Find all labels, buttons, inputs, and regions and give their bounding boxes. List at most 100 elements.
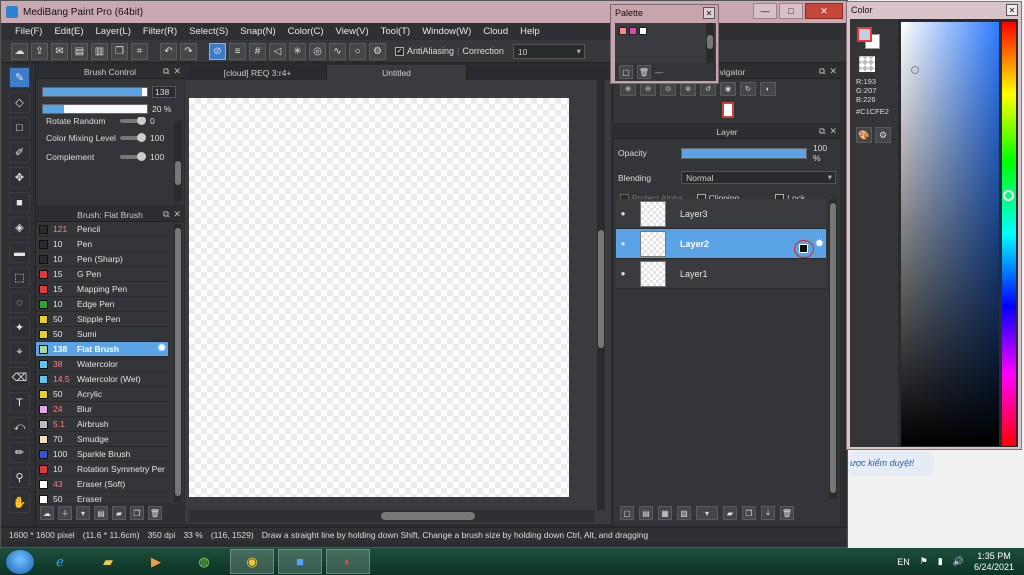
rotate-right-icon[interactable]: ↻ bbox=[740, 82, 756, 96]
redo-icon[interactable]: ↷ bbox=[180, 42, 197, 60]
start-button[interactable] bbox=[6, 549, 34, 574]
visibility-icon[interactable]: ● bbox=[616, 269, 630, 278]
media-player-icon[interactable]: ▶ bbox=[134, 549, 178, 574]
brush-item[interactable]: 43 Eraser (Soft) bbox=[36, 477, 168, 492]
color-close-icon[interactable]: ✕ bbox=[1006, 4, 1018, 16]
popout-icon[interactable]: ⧉ bbox=[819, 66, 825, 77]
grid-snap-icon[interactable]: # bbox=[249, 42, 266, 60]
new-8bit-layer-icon[interactable]: ▦ bbox=[658, 506, 672, 520]
dot-tool-icon[interactable]: □ bbox=[9, 117, 30, 138]
layer-folder-icon[interactable]: ▰ bbox=[723, 506, 737, 520]
select-rect-icon[interactable]: ⬚ bbox=[9, 267, 30, 288]
menu-edit[interactable]: Edit(E) bbox=[48, 26, 89, 37]
complement-slider[interactable] bbox=[120, 152, 146, 161]
brush-item[interactable]: 15 G Pen bbox=[36, 267, 168, 282]
perspective-snap-icon[interactable]: ◁ bbox=[269, 42, 286, 60]
color-titlebar[interactable]: Color ✕ bbox=[847, 2, 1021, 18]
brush-settings-icon[interactable]: ▤ bbox=[94, 506, 108, 520]
circle-snap-icon[interactable]: ○ bbox=[349, 42, 366, 60]
saturation-value-picker[interactable] bbox=[901, 22, 999, 446]
merge-layer-icon[interactable]: ⤓ bbox=[761, 506, 775, 520]
crop-icon[interactable]: ⌗ bbox=[131, 42, 148, 60]
menu-tool[interactable]: Tool(T) bbox=[375, 26, 417, 37]
cloud-icon[interactable]: ☁ bbox=[11, 42, 28, 60]
brush-item[interactable]: 10 Edge Pen bbox=[36, 297, 168, 312]
menu-view[interactable]: View(V) bbox=[330, 26, 375, 37]
brush-settings-gear-icon[interactable]: ✹ bbox=[158, 343, 166, 354]
curve-snap-icon[interactable]: ∿ bbox=[329, 42, 346, 60]
brush-item[interactable]: 15 Mapping Pen bbox=[36, 282, 168, 297]
brush-item[interactable]: 10 Rotation Symmetry Pen bbox=[36, 462, 168, 477]
app-green-icon[interactable]: ◍ bbox=[182, 549, 226, 574]
select-pen-icon[interactable]: ✐ bbox=[9, 142, 30, 163]
brush-item[interactable]: 50 Sumi bbox=[36, 327, 168, 342]
zoom-fit-icon[interactable]: ⊙ bbox=[660, 82, 676, 96]
hue-slider[interactable] bbox=[1002, 22, 1016, 446]
add-layer-menu-icon[interactable]: ▾ bbox=[696, 506, 718, 520]
chrome-icon[interactable]: ◉ bbox=[230, 549, 274, 574]
close-panel-icon[interactable]: ✕ bbox=[829, 126, 837, 137]
undo-icon[interactable]: ↶ bbox=[160, 42, 177, 60]
brush-list-scrollbar[interactable] bbox=[174, 224, 182, 502]
menu-window[interactable]: Window(W) bbox=[416, 26, 477, 37]
duplicate-brush-icon[interactable]: ❐ bbox=[130, 506, 144, 520]
move-tool-icon[interactable]: ✥ bbox=[9, 167, 30, 188]
brush-item[interactable]: 70 Smudge bbox=[36, 432, 168, 447]
clock[interactable]: 1:35 PM 6/24/2021 bbox=[974, 551, 1014, 573]
lasso-tool-icon[interactable]: ◌ bbox=[9, 292, 30, 313]
zoom-out-icon[interactable]: ⊖ bbox=[640, 82, 656, 96]
brush-control-scrollbar[interactable] bbox=[174, 121, 182, 201]
brush-item[interactable]: 10 Pen bbox=[36, 237, 168, 252]
upload-icon[interactable]: ⇪ bbox=[31, 42, 48, 60]
new-palette-icon[interactable]: ▢ bbox=[619, 65, 633, 79]
layer-opacity-slider[interactable] bbox=[680, 147, 807, 159]
new-halftone-layer-icon[interactable]: ▤ bbox=[639, 506, 653, 520]
ie-icon[interactable]: ℯ bbox=[38, 549, 82, 574]
menu-help[interactable]: Help bbox=[514, 26, 546, 37]
layer-list-scrollbar[interactable] bbox=[829, 199, 837, 499]
file-explorer-icon[interactable]: ▰ bbox=[86, 549, 130, 574]
minimize-button[interactable]: — bbox=[753, 3, 777, 19]
menu-snap[interactable]: Snap(N) bbox=[234, 26, 281, 37]
layer-mask-icon[interactable] bbox=[799, 244, 808, 253]
color-mixing-slider[interactable] bbox=[120, 133, 146, 142]
language-indicator[interactable]: EN bbox=[897, 557, 910, 567]
menu-color[interactable]: Color(C) bbox=[282, 26, 330, 37]
cloud-brush-icon[interactable]: ☁ bbox=[40, 506, 54, 520]
menu-cloud[interactable]: Cloud bbox=[477, 26, 514, 37]
volume-icon[interactable]: 🔊 bbox=[953, 556, 964, 567]
zoom-in-icon[interactable]: ⊕ bbox=[620, 82, 636, 96]
transparent-color-swatch[interactable] bbox=[859, 56, 875, 72]
document-icon[interactable]: ▤ bbox=[71, 42, 88, 60]
correction-select[interactable]: 10 bbox=[512, 43, 585, 59]
select-pen-tool-icon[interactable]: ⌖ bbox=[9, 342, 30, 363]
close-button[interactable]: ✕ bbox=[805, 3, 843, 19]
gradient-tool-icon[interactable]: ▬ bbox=[9, 242, 30, 263]
page-icon[interactable]: ▥ bbox=[91, 42, 108, 60]
text-tool-icon[interactable]: T bbox=[9, 392, 30, 413]
tab-cloud-req[interactable]: [cloud] REQ 3:r4+ bbox=[189, 65, 327, 80]
palette-titlebar[interactable]: Palette ✕ bbox=[611, 5, 718, 21]
add-brush-menu-icon[interactable]: ▾ bbox=[76, 506, 90, 520]
close-panel-icon[interactable]: ✕ bbox=[173, 209, 181, 220]
close-panel-icon[interactable]: ✕ bbox=[173, 66, 181, 77]
brush-item[interactable]: 50 Stipple Pen bbox=[36, 312, 168, 327]
new-1bit-layer-icon[interactable]: ▧ bbox=[677, 506, 691, 520]
delete-layer-icon[interactable]: 🗑 bbox=[780, 506, 794, 520]
layer-settings-gear-icon[interactable]: ✹ bbox=[815, 237, 824, 250]
menu-filter[interactable]: Filter(R) bbox=[137, 26, 183, 37]
brush-item[interactable]: 121 Pencil bbox=[36, 222, 168, 237]
operation-tool-icon[interactable]: ⤺ bbox=[9, 417, 30, 438]
brush-size-slider[interactable] bbox=[42, 87, 148, 97]
canvas-vertical-scrollbar[interactable] bbox=[597, 80, 605, 510]
fill-tool-icon[interactable]: ◈ bbox=[9, 217, 30, 238]
antialiasing-toggle[interactable]: ✓ AntiAliasing bbox=[395, 46, 454, 56]
delete-palette-icon[interactable]: 🗑 bbox=[637, 65, 651, 79]
foreground-color-swatch[interactable] bbox=[857, 27, 872, 42]
battery-icon[interactable]: ▮ bbox=[938, 556, 943, 567]
brush-item[interactable]: 5.1 Airbrush bbox=[36, 417, 168, 432]
visibility-icon[interactable]: ● bbox=[616, 239, 630, 248]
palette-close-icon[interactable]: ✕ bbox=[703, 7, 715, 19]
brush-item[interactable]: 14.5 Watercolor (Wet) bbox=[36, 372, 168, 387]
brush-folder-icon[interactable]: ▰ bbox=[112, 506, 126, 520]
